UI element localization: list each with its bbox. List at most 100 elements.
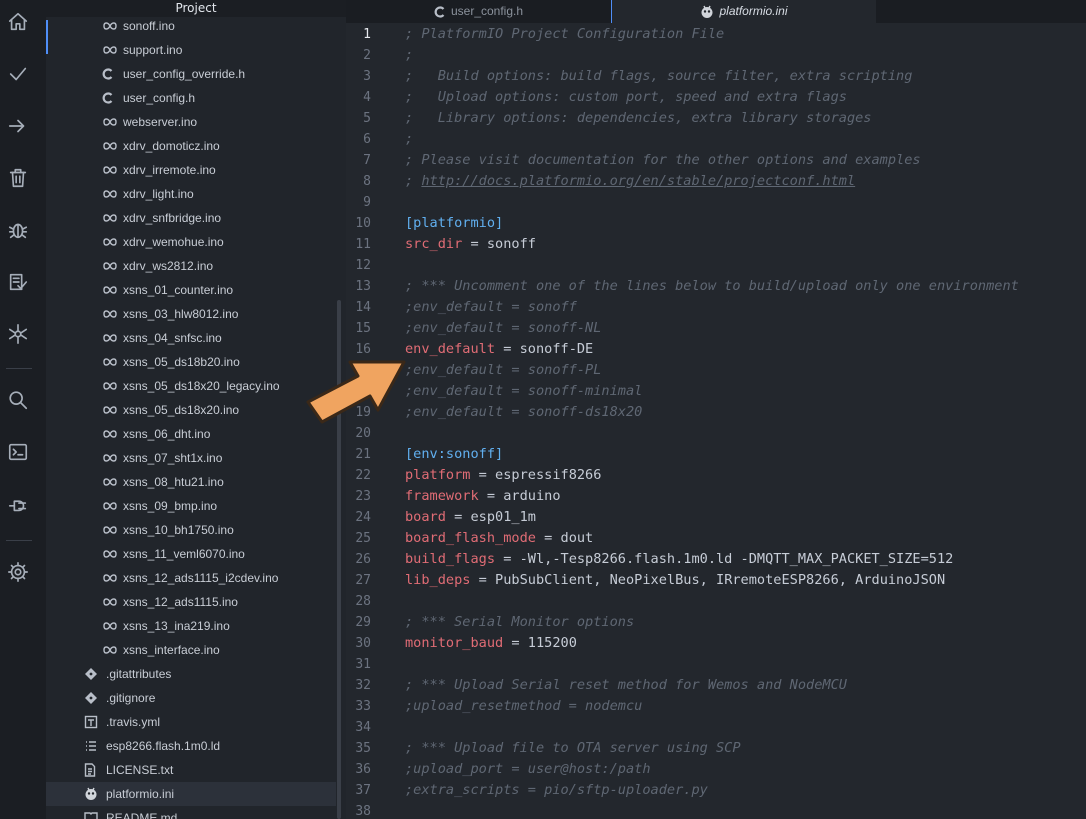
line-number: 14 [355,300,371,315]
line-number: 32 [355,678,371,693]
infinity-icon [102,638,118,662]
tree-item[interactable]: sonoff.ino [46,14,336,38]
tree-item-label: webserver.ino [123,115,198,129]
line-number: 23 [355,489,371,504]
tree-item[interactable]: xdrv_light.ino [46,182,336,206]
tree-item[interactable]: webserver.ino [46,110,336,134]
code-token: ; *** Upload Serial reset method for Wem… [405,677,847,693]
bug-icon[interactable] [0,212,36,248]
code-token: ; [405,173,422,189]
code-token: [env:sonoff] [405,446,504,462]
tree-item[interactable]: .gitignore [46,686,336,710]
line-number: 24 [355,510,371,525]
tree-item-label: xsns_10_bh1750.ino [123,523,234,537]
line-number: 34 [355,720,371,735]
line-number: 8 [363,174,371,189]
check-icon[interactable] [0,56,36,92]
tree-item-label: xdrv_snfbridge.ino [123,211,222,225]
tree-item[interactable]: support.ino [46,38,336,62]
code-line: platform = espressif8266 [405,465,601,486]
code-token: platform [405,467,471,483]
code-token: = arduino [478,488,561,504]
tree-item[interactable]: platformio.ini [46,782,336,806]
code-token: ;extra_scripts = pio/sftp-uploader.py [405,782,708,798]
tree-item[interactable]: xsns_11_veml6070.ino [46,542,336,566]
network-icon[interactable] [0,316,36,352]
tree-item-label: xsns_04_snfsc.ino [123,331,222,345]
tree-item-label: xsns_01_counter.ino [123,283,234,297]
arrow-right-icon[interactable] [0,108,36,144]
infinity-icon [102,590,118,614]
tree-item[interactable]: xsns_05_ds18x20.ino [46,398,336,422]
tree-item-label: .travis.yml [106,715,160,729]
code-line: ; Build options: build flags, source fil… [405,66,912,87]
trash-icon[interactable] [0,160,36,196]
tree-item[interactable]: .gitattributes [46,662,336,686]
line-number: 38 [355,804,371,819]
tab-bar: user_config.h platformio.ini [346,0,1086,23]
infinity-icon [102,350,118,374]
code-line: ;upload_port = user@host:/path [405,759,651,780]
tree-item[interactable]: .travis.yml [46,710,336,734]
code-token: lib_deps [405,572,471,588]
tab-platformio-ini[interactable]: platformio.ini [611,0,876,23]
tab-label: platformio.ini [719,4,788,18]
code-token: ;upload_port = user@host:/path [405,761,651,777]
line-number: 28 [355,594,371,609]
tree-item[interactable]: xsns_06_dht.ino [46,422,336,446]
code-line: env_default = sonoff-DE [405,339,593,360]
code-editor[interactable]: 1 ; PlatformIO Project Configuration File… [346,23,1086,819]
line-number: 21 [355,447,371,462]
infinity-icon [102,566,118,590]
tree-item[interactable]: xsns_07_sht1x.ino [46,446,336,470]
tree-item[interactable]: xdrv_wemohue.ino [46,230,336,254]
git-icon [84,662,98,686]
tree-item[interactable]: xsns_12_ads1115.ino [46,590,336,614]
tree-item[interactable]: xsns_05_ds18x20_legacy.ino [46,374,336,398]
tree-item-label: support.ino [123,43,183,57]
terminal-icon[interactable] [0,434,36,470]
infinity-icon [102,302,118,326]
infinity-icon [102,38,118,62]
tree-item[interactable]: xsns_05_ds18b20.ino [46,350,336,374]
tree-item[interactable]: esp8266.flash.1m0.ld [46,734,336,758]
plug-icon[interactable] [0,486,36,522]
line-number: 35 [355,741,371,756]
tree-item[interactable]: xsns_01_counter.ino [46,278,336,302]
tree-item[interactable]: xsns_08_htu21.ino [46,470,336,494]
tree-item[interactable]: xsns_04_snfsc.ino [46,326,336,350]
task-list-icon[interactable] [0,264,36,300]
line-number: 11 [355,237,371,252]
tree-item[interactable]: xsns_09_bmp.ino [46,494,336,518]
gear-icon[interactable] [0,554,36,590]
tree-item[interactable]: user_config.h [46,86,336,110]
tree-item[interactable]: xsns_10_bh1750.ino [46,518,336,542]
tree-item[interactable]: xsns_12_ads1115_i2cdev.ino [46,566,336,590]
tree-item[interactable]: xdrv_domoticz.ino [46,134,336,158]
tree-item[interactable]: xsns_interface.ino [46,638,336,662]
tab-user-config-h[interactable]: user_config.h [346,0,611,23]
infinity-icon [102,278,118,302]
line-number: 1 [363,27,371,42]
tree-item-label: README.md [106,811,178,819]
tree-item[interactable]: xdrv_irremote.ino [46,158,336,182]
code-token: = dout [535,530,594,546]
tree-item[interactable]: LICENSE.txt [46,758,336,782]
code-token: = espressif8266 [470,467,602,483]
tree-item[interactable]: user_config_override.h [46,62,336,86]
tree-item[interactable]: README.md [46,806,336,819]
tree-item[interactable]: xsns_13_ina219.ino [46,614,336,638]
code-line: ; *** Serial Monitor options [405,612,634,633]
line-number: 26 [355,552,371,567]
tree-item-label: xsns_08_htu21.ino [123,475,224,489]
tree-item[interactable]: xdrv_ws2812.ino [46,254,336,278]
code-token: ; Library options: dependencies, extra l… [405,110,872,126]
tree-item[interactable]: xsns_03_hlw8012.ino [46,302,336,326]
search-icon[interactable] [0,382,36,418]
code-token: ;upload_resetmethod = nodemcu [405,698,643,714]
rail-separator [6,540,32,541]
home-icon[interactable] [0,4,36,40]
code-token[interactable]: http://docs.platformio.org/en/stable/pro… [421,173,855,189]
tree-item-label: xsns_05_ds18x20.ino [123,403,240,417]
tree-item[interactable]: xdrv_snfbridge.ino [46,206,336,230]
